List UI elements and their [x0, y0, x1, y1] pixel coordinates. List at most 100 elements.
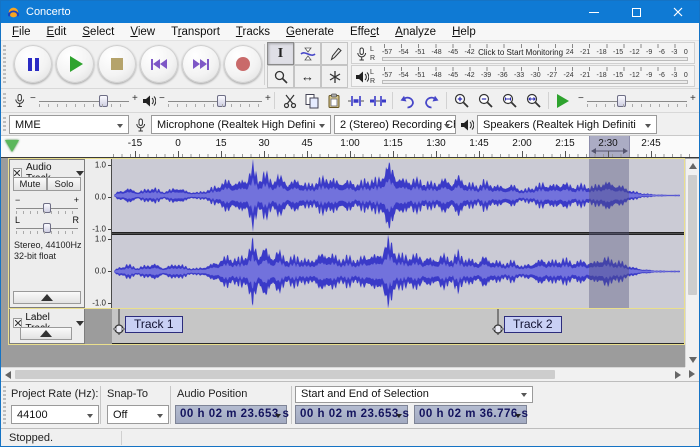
audio-track-control-panel[interactable]: Audio Track Mute Solo − + L R Stereo, 44… [9, 159, 85, 308]
title-bar[interactable]: Concerto [1, 1, 699, 23]
play-button[interactable] [56, 45, 94, 83]
project-rate-select[interactable]: 44100 [11, 405, 99, 424]
meter-scale-value: -51 [415, 72, 425, 79]
slider-thumb[interactable] [217, 95, 226, 107]
track-menu-chevron-icon[interactable] [76, 321, 84, 326]
menu-view[interactable]: View [122, 25, 163, 39]
skip-start-icon [151, 59, 167, 70]
selection-end-field[interactable]: 00 h 02 m 36.776 s [414, 405, 527, 424]
menu-select[interactable]: Select [74, 25, 122, 39]
recording-meter[interactable]: LR -57-54-51-48-45-42-39-36-33-30-27-24-… [351, 42, 695, 64]
audio-host-select[interactable]: MME [9, 115, 129, 134]
undo-button[interactable] [397, 91, 417, 111]
time-shift-tool-button[interactable]: ↔ [294, 65, 321, 88]
track-format-line2: 32-bit float [14, 251, 56, 261]
zoom-tool-button[interactable] [267, 65, 294, 88]
menu-effect[interactable]: Effect [342, 25, 387, 39]
close-button[interactable] [657, 1, 699, 23]
track-label[interactable]: Track 1 [125, 316, 183, 333]
menu-tracks[interactable]: Tracks [228, 25, 278, 39]
snap-to-select[interactable]: Off [107, 405, 169, 424]
menu-file[interactable]: File [4, 25, 39, 39]
label-track-content[interactable]: Track 1 Track 2 [112, 308, 684, 344]
selection-start-field[interactable]: 00 h 02 m 23.653 s [295, 405, 408, 424]
timeline-ruler[interactable]: -1501530451:001:151:301:452:002:152:302:… [1, 136, 699, 158]
track-collapse-button[interactable] [13, 291, 81, 304]
selection-range-mode-select[interactable]: Start and End of Selection [295, 386, 533, 403]
waveform-display[interactable] [112, 159, 684, 308]
meter-monitoring-hint[interactable]: Click to Start Monitoring [475, 48, 566, 57]
play-at-speed-button[interactable] [553, 91, 573, 111]
cut-button[interactable] [280, 91, 300, 111]
toolbar-grip[interactable] [3, 93, 6, 108]
menu-analyze[interactable]: Analyze [387, 25, 444, 39]
gain-slider[interactable] [16, 208, 78, 209]
label-flag-icon[interactable] [492, 309, 504, 339]
playback-speed-slider[interactable] [587, 101, 687, 102]
scroll-right-icon[interactable] [675, 371, 681, 379]
meter-scale-value: -42 [465, 49, 475, 56]
scrollbar-thumb[interactable] [15, 370, 555, 379]
draw-tool-button[interactable] [321, 42, 348, 65]
zoom-out-button[interactable] [476, 91, 496, 111]
maximize-button[interactable] [615, 1, 657, 23]
timeline-tick-mark [522, 151, 523, 157]
paste-button[interactable] [324, 91, 344, 111]
zoom-in-button[interactable] [452, 91, 472, 111]
play-pin-icon[interactable] [5, 140, 19, 152]
menu-generate[interactable]: Generate [278, 25, 342, 39]
mute-button[interactable]: Mute [13, 177, 47, 191]
copy-button[interactable] [302, 91, 322, 111]
track-collapse-button[interactable] [20, 327, 72, 340]
recording-device-select[interactable]: Microphone (Realtek High Defini [151, 115, 331, 134]
envelope-tool-button[interactable] [294, 42, 321, 65]
menu-help[interactable]: Help [444, 25, 484, 39]
silence-audio-button[interactable] [368, 91, 388, 111]
solo-button[interactable]: Solo [47, 177, 81, 191]
pause-button[interactable] [14, 45, 52, 83]
label-track-control-panel[interactable]: Label Track [9, 308, 85, 344]
scroll-up-icon[interactable] [689, 163, 697, 169]
menu-transport[interactable]: Transport [163, 25, 228, 39]
multi-tool-button[interactable] [321, 65, 348, 88]
audio-position-field[interactable]: 00 h 02 m 23.653 s [175, 405, 287, 424]
track-label[interactable]: Track 2 [504, 316, 562, 333]
waveform-selection[interactable] [589, 159, 629, 308]
meter-scale-value: -36 [498, 72, 508, 79]
toolbar-grip[interactable] [3, 45, 6, 84]
ibeam-icon: I [278, 46, 283, 62]
vertical-scrollbar[interactable] [685, 159, 699, 367]
playback-meter[interactable]: LR -57-54-51-48-45-42-39-36-33-30-27-24-… [351, 65, 695, 87]
toolbar-grip[interactable] [3, 386, 6, 424]
scroll-down-icon[interactable] [689, 357, 697, 363]
slider-thumb[interactable] [43, 203, 51, 213]
slider-thumb[interactable] [99, 95, 108, 107]
menu-edit[interactable]: Edit [39, 25, 75, 39]
playback-volume-slider[interactable] [168, 101, 262, 102]
skip-to-start-button[interactable] [140, 45, 178, 83]
selection-tool-button[interactable]: I [267, 42, 294, 65]
label-flag-icon[interactable] [113, 309, 125, 339]
timeline-tick-mark [565, 151, 566, 157]
recording-volume-slider[interactable] [39, 101, 129, 102]
scroll-right-icon[interactable] [689, 370, 695, 378]
horizontal-scrollbar[interactable] [1, 367, 685, 381]
zoom-selection-button[interactable] [500, 91, 520, 111]
zoom-fit-button[interactable] [524, 91, 544, 111]
minimize-button[interactable] [573, 1, 615, 23]
slider-thumb[interactable] [43, 223, 51, 233]
stop-button[interactable] [98, 45, 136, 83]
track-menu-chevron-icon[interactable] [76, 171, 84, 176]
skip-end-icon [193, 59, 209, 70]
recording-channels-select[interactable]: 2 (Stereo) Recording Channels [334, 115, 456, 134]
toolbar-grip[interactable] [3, 117, 6, 131]
redo-button[interactable] [421, 91, 441, 111]
slider-thumb[interactable] [617, 95, 626, 107]
scrollbar-thumb[interactable] [688, 175, 697, 295]
skip-to-end-button[interactable] [182, 45, 220, 83]
scroll-left-icon[interactable] [5, 371, 11, 379]
trim-audio-button[interactable] [346, 91, 366, 111]
pan-slider[interactable] [16, 228, 78, 229]
playback-device-select[interactable]: Speakers (Realtek High Definiti [477, 115, 657, 134]
record-button[interactable] [224, 45, 262, 83]
